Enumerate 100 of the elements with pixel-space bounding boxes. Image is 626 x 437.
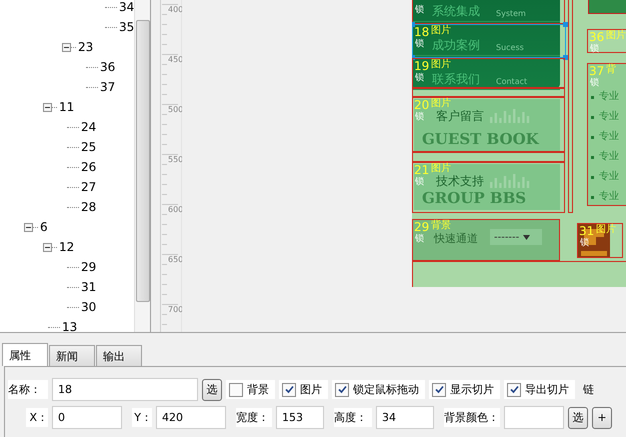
tab[interactable]: 新闻: [49, 345, 95, 366]
banner-subtitle: GUEST BOOK: [422, 130, 539, 148]
add-button[interactable]: +: [592, 406, 612, 428]
tree-item[interactable]: 37: [100, 80, 116, 94]
news-item: 专业: [599, 191, 619, 203]
name-field[interactable]: 18: [52, 378, 198, 401]
checkbox-option[interactable]: 锁定鼠标拖动: [332, 380, 425, 399]
banner-title: 客户留言: [436, 110, 484, 123]
menu-title: 成功案例: [432, 39, 480, 52]
checkbox[interactable]: [507, 382, 521, 396]
tree-item[interactable]: 27: [81, 180, 96, 194]
banner-subtitle: GROUP BBS: [422, 189, 526, 207]
slice-number: 18: [414, 26, 430, 38]
slice-number: 21: [414, 164, 430, 176]
tree-item[interactable]: 25: [81, 140, 96, 154]
resize-handle[interactable]: [563, 55, 568, 60]
input-field[interactable]: 34: [376, 406, 434, 429]
tree-item[interactable]: 29: [81, 260, 96, 274]
menu-subtitle: System: [496, 9, 526, 18]
slice-number: 19: [414, 60, 430, 72]
checkbox-option[interactable]: 图片: [279, 380, 328, 399]
tree-item[interactable]: 26: [81, 160, 96, 174]
checkbox[interactable]: [432, 382, 446, 396]
checkbox[interactable]: [335, 382, 349, 396]
input-field[interactable]: 420: [156, 406, 226, 429]
menu-subtitle: Sucess: [496, 43, 524, 52]
slice-type: 图片: [431, 98, 451, 109]
field-label: 背景颜色：: [444, 408, 500, 427]
banner-title: 技术支持: [436, 175, 484, 188]
news-item: 专业: [599, 91, 619, 103]
bullet-icon: [591, 136, 594, 138]
tree-item[interactable]: 6: [40, 220, 48, 234]
tree-item[interactable]: 24: [81, 120, 96, 134]
choose-button[interactable]: 选: [202, 378, 222, 400]
news-item: 专业: [599, 151, 619, 163]
checkbox-option[interactable]: 导出切片: [504, 380, 575, 399]
slice-number: 29: [414, 221, 430, 233]
bullet-icon: [591, 116, 594, 118]
link-label: 链: [583, 382, 594, 397]
slice-number: 36: [589, 31, 604, 43]
caret-icon: [523, 234, 530, 240]
collapse-icon[interactable]: [62, 42, 71, 52]
tree-item[interactable]: 11: [59, 100, 74, 114]
tree-item[interactable]: 34: [119, 0, 134, 14]
collapse-icon[interactable]: [43, 242, 52, 252]
bar-chart-icon: [490, 172, 532, 188]
tree-item[interactable]: 31: [81, 280, 96, 294]
menu-title: 系统集成: [432, 5, 480, 18]
quick-link-label: 快速通道: [434, 233, 478, 245]
lock-label: 锁: [415, 112, 424, 122]
slice-number: 37: [589, 65, 604, 77]
bullet-icon: [591, 176, 594, 178]
tree-item[interactable]: 30: [81, 300, 96, 314]
choose-button[interactable]: 选: [568, 406, 588, 428]
bar-chart-icon: [490, 107, 532, 123]
checkbox[interactable]: [229, 382, 243, 396]
checkmark-icon: [434, 385, 444, 394]
scrollbar[interactable]: [134, 0, 150, 332]
lock-label: 锁: [590, 78, 599, 88]
collapse-icon[interactable]: [43, 102, 52, 112]
slice-type: 背: [606, 64, 616, 75]
tab[interactable]: 输出: [96, 345, 142, 366]
lock-label: 锁: [415, 177, 424, 187]
news-item: 专业: [599, 171, 619, 183]
resize-handle[interactable]: [563, 22, 568, 27]
slice-type: 图片: [606, 30, 626, 41]
menu-subtitle: Contact: [496, 77, 528, 86]
lock-label: 锁: [590, 44, 599, 54]
checkbox-option[interactable]: 背景: [226, 380, 275, 399]
slice-type: 图片: [431, 163, 451, 174]
field-label: X：: [26, 408, 48, 427]
bullet-icon: [591, 156, 594, 158]
field-label: Y：: [132, 408, 152, 427]
collapse-icon[interactable]: [24, 222, 33, 232]
tree-item[interactable]: 35: [119, 20, 134, 34]
slice-type: 图片: [431, 25, 451, 36]
news-item: 专业: [599, 131, 619, 143]
input-field[interactable]: [504, 406, 564, 429]
input-field[interactable]: 0: [52, 406, 122, 429]
slice-type: 图片: [431, 59, 451, 70]
checkbox[interactable]: [282, 382, 296, 396]
lock-label: 锁: [580, 238, 589, 248]
lock-label: 锁: [415, 73, 424, 83]
tree-item[interactable]: 36: [100, 60, 116, 74]
checkmark-icon: [338, 385, 346, 394]
input-field[interactable]: 153: [276, 406, 324, 429]
tree-item[interactable]: 28: [81, 200, 96, 214]
tree-item[interactable]: 12: [59, 240, 74, 254]
field-label: 高度：: [334, 408, 372, 427]
tree-item[interactable]: 23: [78, 40, 94, 54]
tree-item[interactable]: 13: [62, 320, 78, 332]
bullet-icon: [591, 196, 594, 198]
menu-title: 联系我们: [432, 73, 480, 86]
name-label: 名称：: [8, 380, 48, 399]
bullet-icon: [591, 96, 594, 98]
checkmark-icon: [510, 385, 518, 394]
tab[interactable]: 属性: [2, 343, 48, 366]
slice-number: 20: [414, 99, 430, 111]
lock-label: 锁: [415, 5, 424, 15]
checkbox-option[interactable]: 显示切片: [429, 380, 500, 399]
